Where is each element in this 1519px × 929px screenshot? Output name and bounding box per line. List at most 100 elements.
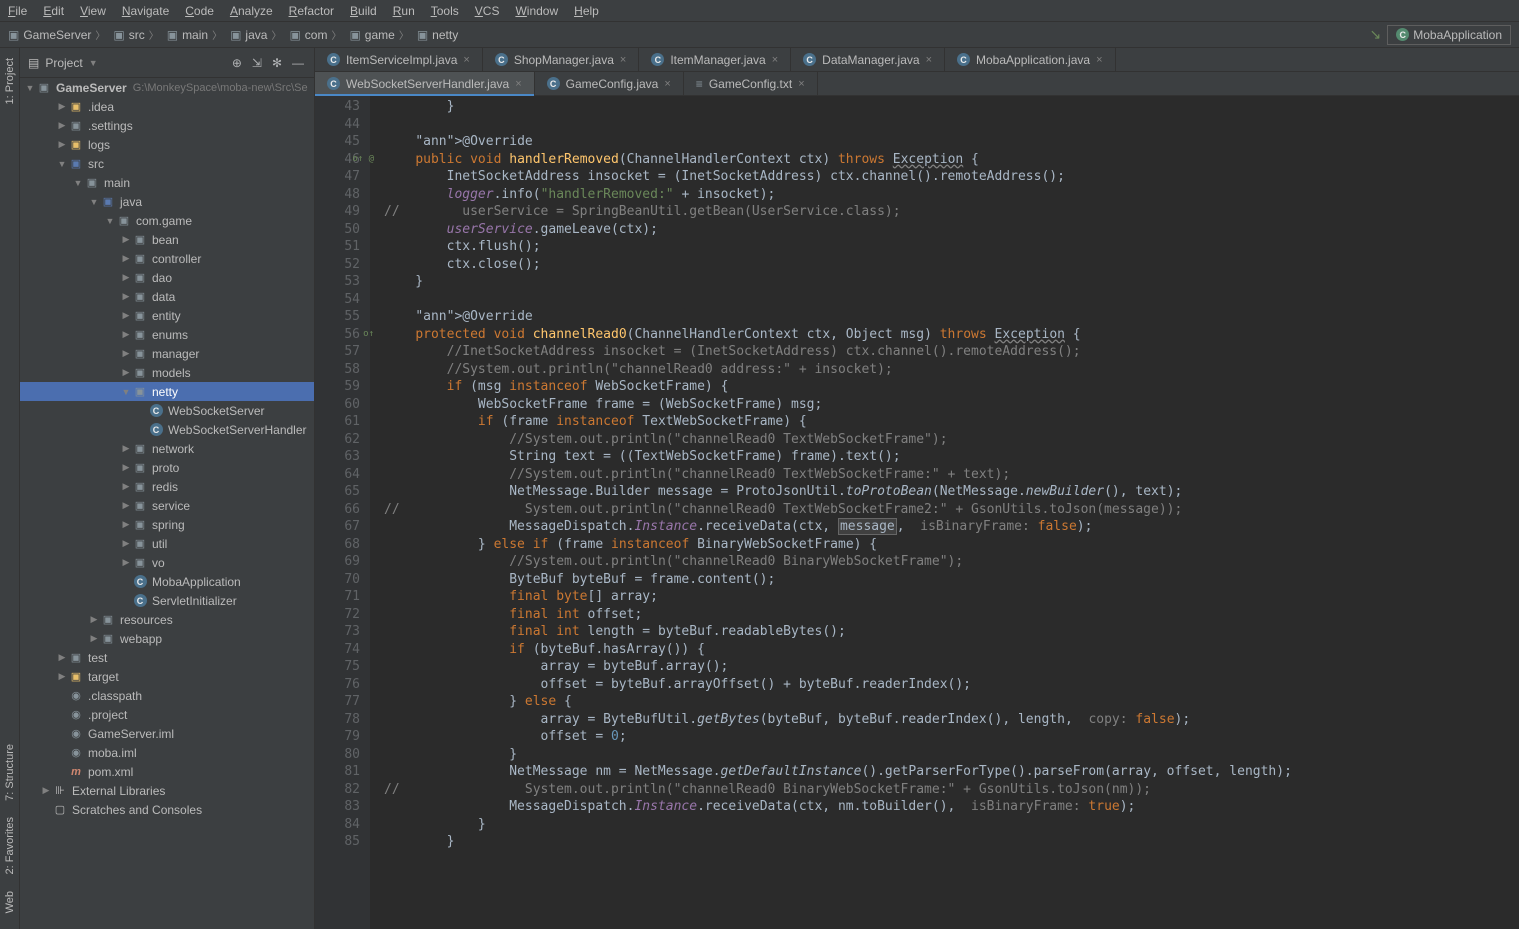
close-icon[interactable]: × [1096, 54, 1102, 66]
close-icon[interactable]: × [926, 54, 932, 66]
tab-websocketserverhandler-java[interactable]: CWebSocketServerHandler.java× [315, 72, 535, 95]
expand-icon[interactable]: ▶ [120, 272, 132, 283]
menu-run[interactable]: Run [385, 4, 423, 18]
tree-item-resources[interactable]: ▶▣resources [20, 610, 314, 629]
code-line-51[interactable]: ctx.flush(); [384, 238, 1519, 256]
code-content[interactable]: } "ann">@Override public void handlerRem… [370, 96, 1519, 929]
tree-item--classpath[interactable]: ◉.classpath [20, 686, 314, 705]
close-icon[interactable]: × [798, 78, 804, 90]
expand-icon[interactable]: ▶ [120, 519, 132, 530]
menu-edit[interactable]: Edit [35, 4, 72, 18]
tree-item-target[interactable]: ▶▣target [20, 667, 314, 686]
breadcrumb-java[interactable]: ▣java〉 [226, 27, 285, 42]
code-line-53[interactable]: } [384, 273, 1519, 291]
expand-icon[interactable]: ▼ [88, 197, 100, 207]
code-line-77[interactable]: } else { [384, 693, 1519, 711]
expand-icon[interactable]: ▶ [56, 101, 68, 112]
code-line-74[interactable]: if (byteBuf.hasArray()) { [384, 641, 1519, 659]
expand-icon[interactable]: ▶ [56, 652, 68, 663]
settings-icon[interactable]: ✻ [270, 54, 284, 72]
expand-icon[interactable]: ▶ [120, 367, 132, 378]
close-icon[interactable]: × [515, 78, 521, 90]
tree-item-scratches-and-consoles[interactable]: ▢Scratches and Consoles [20, 800, 314, 819]
project-panel-title[interactable]: Project [45, 56, 82, 70]
tree-item-external-libraries[interactable]: ▶⊪External Libraries [20, 781, 314, 800]
override-gutter-icon[interactable]: o↑ [363, 326, 374, 344]
breadcrumb-src[interactable]: ▣src〉 [109, 27, 162, 42]
code-line-45[interactable]: "ann">@Override [384, 133, 1519, 151]
breadcrumb-game[interactable]: ▣game〉 [345, 27, 412, 42]
tree-item-manager[interactable]: ▶▣manager [20, 344, 314, 363]
dropdown-icon[interactable]: ▼ [89, 58, 98, 68]
tab-mobaapplication-java[interactable]: CMobaApplication.java× [945, 48, 1116, 71]
expand-icon[interactable]: ▶ [40, 785, 52, 796]
project-tool-tab[interactable]: 1: Project [2, 52, 18, 110]
tree-item-websocketserverhandler[interactable]: CWebSocketServerHandler [20, 420, 314, 439]
code-line-76[interactable]: offset = byteBuf.arrayOffset() + byteBuf… [384, 676, 1519, 694]
code-line-49[interactable]: // userService = SpringBeanUtil.getBean(… [384, 203, 1519, 221]
expand-icon[interactable]: ▶ [120, 538, 132, 549]
tree-item--settings[interactable]: ▶▣.settings [20, 116, 314, 135]
tab-itemmanager-java[interactable]: CItemManager.java× [639, 48, 791, 71]
tree-item-mobaapplication[interactable]: CMobaApplication [20, 572, 314, 591]
tree-item-webapp[interactable]: ▶▣webapp [20, 629, 314, 648]
menu-navigate[interactable]: Navigate [114, 4, 177, 18]
expand-icon[interactable]: ▶ [120, 462, 132, 473]
code-line-85[interactable]: } [384, 833, 1519, 851]
close-icon[interactable]: × [772, 54, 778, 66]
code-line-75[interactable]: array = byteBuf.array(); [384, 658, 1519, 676]
expand-icon[interactable]: ▶ [56, 120, 68, 131]
tree-item-entity[interactable]: ▶▣entity [20, 306, 314, 325]
tree-item-gameserver-iml[interactable]: ◉GameServer.iml [20, 724, 314, 743]
code-line-54[interactable] [384, 291, 1519, 309]
tree-item-logs[interactable]: ▶▣logs [20, 135, 314, 154]
code-editor[interactable]: 43444546o↑ @47484950515253545556o↑575859… [315, 96, 1519, 929]
breadcrumb-GameServer[interactable]: ▣GameServer〉 [4, 27, 109, 42]
code-line-57[interactable]: //InetSocketAddress insocket = (InetSock… [384, 343, 1519, 361]
menu-tools[interactable]: Tools [423, 4, 467, 18]
expand-icon[interactable]: ▶ [120, 500, 132, 511]
tree-root[interactable]: ▼▣GameServerG:\MonkeySpace\moba-new\Src\… [20, 78, 314, 97]
tree-item-models[interactable]: ▶▣models [20, 363, 314, 382]
tree-item-src[interactable]: ▼▣src [20, 154, 314, 173]
tree-item-vo[interactable]: ▶▣vo [20, 553, 314, 572]
code-line-58[interactable]: //System.out.println("channelRead0 addre… [384, 361, 1519, 379]
close-icon[interactable]: × [463, 54, 469, 66]
code-line-60[interactable]: WebSocketFrame frame = (WebSocketFrame) … [384, 396, 1519, 414]
build-icon[interactable]: ↘ [1370, 26, 1382, 43]
tree-item-main[interactable]: ▼▣main [20, 173, 314, 192]
tree-item-service[interactable]: ▶▣service [20, 496, 314, 515]
expand-icon[interactable]: ▶ [120, 291, 132, 302]
tree-item-proto[interactable]: ▶▣proto [20, 458, 314, 477]
code-line-62[interactable]: //System.out.println("channelRead0 TextW… [384, 431, 1519, 449]
code-line-72[interactable]: final int offset; [384, 606, 1519, 624]
expand-icon[interactable]: ▶ [88, 614, 100, 625]
expand-icon[interactable]: ▶ [56, 139, 68, 150]
code-line-80[interactable]: } [384, 746, 1519, 764]
expand-icon[interactable]: ▶ [120, 234, 132, 245]
tab-gameconfig-txt[interactable]: ≡GameConfig.txt× [684, 72, 818, 95]
expand-icon[interactable]: ▶ [120, 481, 132, 492]
code-line-44[interactable] [384, 116, 1519, 134]
tree-item-pom-xml[interactable]: mpom.xml [20, 762, 314, 781]
override-gutter-icon[interactable]: o↑ @ [352, 151, 374, 169]
expand-icon[interactable]: ▼ [24, 83, 36, 93]
code-line-84[interactable]: } [384, 816, 1519, 834]
tree-item-dao[interactable]: ▶▣dao [20, 268, 314, 287]
tree-item-spring[interactable]: ▶▣spring [20, 515, 314, 534]
code-line-67[interactable]: MessageDispatch.Instance.receiveData(ctx… [384, 518, 1519, 536]
code-line-55[interactable]: "ann">@Override [384, 308, 1519, 326]
expand-icon[interactable]: ▶ [120, 348, 132, 359]
tree-item--idea[interactable]: ▶▣.idea [20, 97, 314, 116]
breadcrumb-com[interactable]: ▣com〉 [285, 27, 345, 42]
expand-icon[interactable]: ▼ [120, 387, 132, 397]
tree-item-controller[interactable]: ▶▣controller [20, 249, 314, 268]
code-line-66[interactable]: // System.out.println("channelRead0 Text… [384, 501, 1519, 519]
expand-icon[interactable]: ▶ [120, 310, 132, 321]
menu-window[interactable]: Window [507, 4, 566, 18]
menu-vcs[interactable]: VCS [467, 4, 508, 18]
tab-itemserviceimpl-java[interactable]: CItemServiceImpl.java× [315, 48, 483, 71]
code-line-71[interactable]: final byte[] array; [384, 588, 1519, 606]
tree-item-data[interactable]: ▶▣data [20, 287, 314, 306]
tree-item-network[interactable]: ▶▣network [20, 439, 314, 458]
